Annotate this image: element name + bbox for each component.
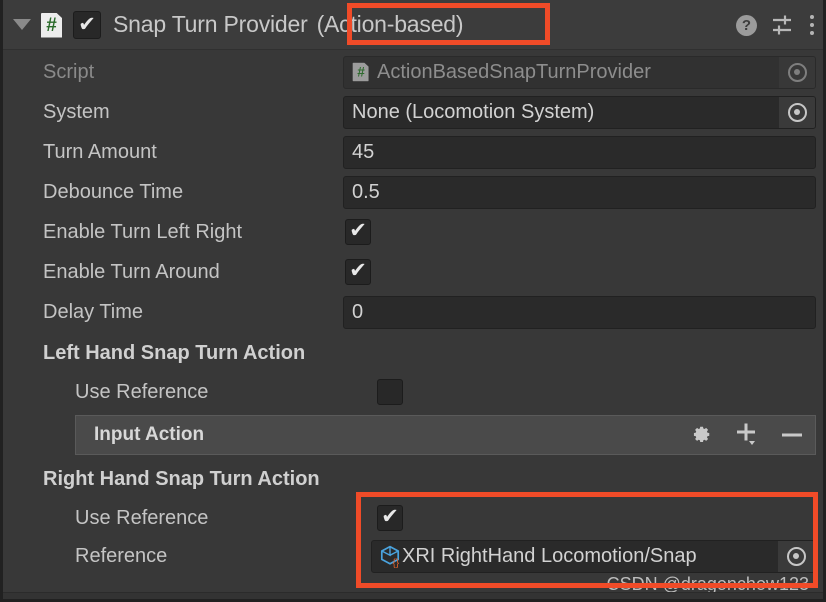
property-label: Delay Time [43, 300, 144, 323]
component-enabled-checkbox[interactable]: ✔ [73, 10, 101, 39]
turn-amount-input[interactable]: 45 [343, 135, 816, 169]
left-use-reference-checkbox[interactable] [377, 379, 403, 405]
add-button[interactable] [733, 422, 759, 448]
script-field-value: ActionBasedSnapTurnProvider [377, 60, 651, 83]
right-reference-value: XRI RightHand Locomotion/Snap [402, 544, 697, 567]
plus-dropdown-icon [737, 423, 755, 445]
property-row-enable-turn-left-right: Enable Turn Left Right ✔ [3, 212, 823, 252]
minus-icon[interactable] [779, 429, 805, 441]
property-label: Debounce Time [43, 180, 184, 203]
component-title: Snap Turn Provider [113, 11, 308, 37]
property-label: System [43, 100, 110, 123]
enable-turn-left-right-checkbox[interactable]: ✔ [345, 219, 371, 245]
object-picker-icon[interactable] [779, 96, 815, 128]
preset-sliders-icon [773, 15, 791, 35]
property-label: Use Reference [75, 380, 209, 403]
svg-text:{}: {} [393, 558, 400, 568]
delay-time-value: 0 [352, 300, 364, 323]
property-row-delay-time: Delay Time 0 [3, 292, 823, 332]
preset-button[interactable] [771, 14, 795, 36]
delay-time-input[interactable]: 0 [343, 295, 816, 329]
checkmark-icon: ✔ [78, 12, 96, 36]
turn-amount-value: 45 [352, 140, 375, 163]
panel-bottom-strip [3, 592, 823, 599]
property-row-enable-turn-around: Enable Turn Around ✔ [3, 252, 823, 292]
property-row-script: Script # ActionBasedSnapTurnProvider [3, 52, 823, 92]
section-title: Left Hand Snap Turn Action [43, 341, 306, 364]
property-label: Script [43, 60, 95, 83]
left-input-action-box: Input Action [75, 415, 816, 455]
kebab-menu-icon [809, 15, 815, 35]
right-use-reference-checkbox[interactable]: ✔ [377, 505, 403, 531]
section-header-right-hand: Right Hand Snap Turn Action [3, 459, 823, 499]
help-icon: ? [736, 14, 757, 36]
script-object-field: # ActionBasedSnapTurnProvider [343, 55, 816, 89]
checkmark-icon: ✔ [381, 505, 399, 528]
property-row-system: System None (Locomotion System) [3, 92, 823, 132]
property-row-right-reference: Reference {} XRI RightHand Locomotion/Sn… [3, 536, 823, 576]
debounce-time-input[interactable]: 0.5 [343, 175, 816, 209]
property-row-left-use-reference: Use Reference [3, 372, 823, 412]
foldout-toggle[interactable] [9, 0, 35, 50]
property-label: Enable Turn Left Right [43, 220, 243, 243]
object-picker-icon[interactable] [778, 540, 814, 572]
property-row-debounce-time: Debounce Time 0.5 [3, 172, 823, 212]
property-row-turn-amount: Turn Amount 45 [3, 132, 823, 172]
property-label: Use Reference [75, 506, 209, 529]
object-picker-icon [779, 56, 815, 88]
script-icon-hash: # [46, 14, 57, 36]
section-title: Right Hand Snap Turn Action [43, 467, 320, 490]
system-field-value: None (Locomotion System) [352, 100, 595, 123]
enable-turn-around-checkbox[interactable]: ✔ [345, 259, 371, 285]
property-label: Enable Turn Around [43, 260, 220, 283]
gear-icon[interactable] [688, 423, 713, 448]
help-button[interactable]: ? [736, 14, 757, 36]
checkmark-icon: ✔ [349, 219, 367, 242]
csharp-script-icon: # [39, 11, 65, 39]
input-action-asset-icon: {} [380, 545, 400, 568]
property-row-right-use-reference: Use Reference ✔ [3, 498, 823, 538]
component-menu-button[interactable] [809, 15, 815, 35]
input-action-tools [688, 422, 805, 448]
triangle-down-icon [13, 19, 31, 30]
checkmark-icon: ✔ [349, 259, 367, 282]
component-subtitle: (Action-based) [316, 11, 464, 37]
section-header-left-hand: Left Hand Snap Turn Action [3, 333, 823, 373]
inspector-panel: # ✔ Snap Turn Provider (Action-based) ? [0, 0, 826, 602]
header-icon-group: ? [736, 0, 815, 50]
input-action-label: Input Action [94, 424, 205, 445]
property-label: Reference [75, 544, 168, 567]
property-label: Turn Amount [43, 140, 157, 163]
system-object-field[interactable]: None (Locomotion System) [343, 95, 816, 129]
right-reference-object-field[interactable]: {} XRI RightHand Locomotion/Snap [371, 539, 815, 573]
debounce-time-value: 0.5 [352, 180, 380, 203]
component-header: # ✔ Snap Turn Provider (Action-based) ? [3, 0, 823, 50]
